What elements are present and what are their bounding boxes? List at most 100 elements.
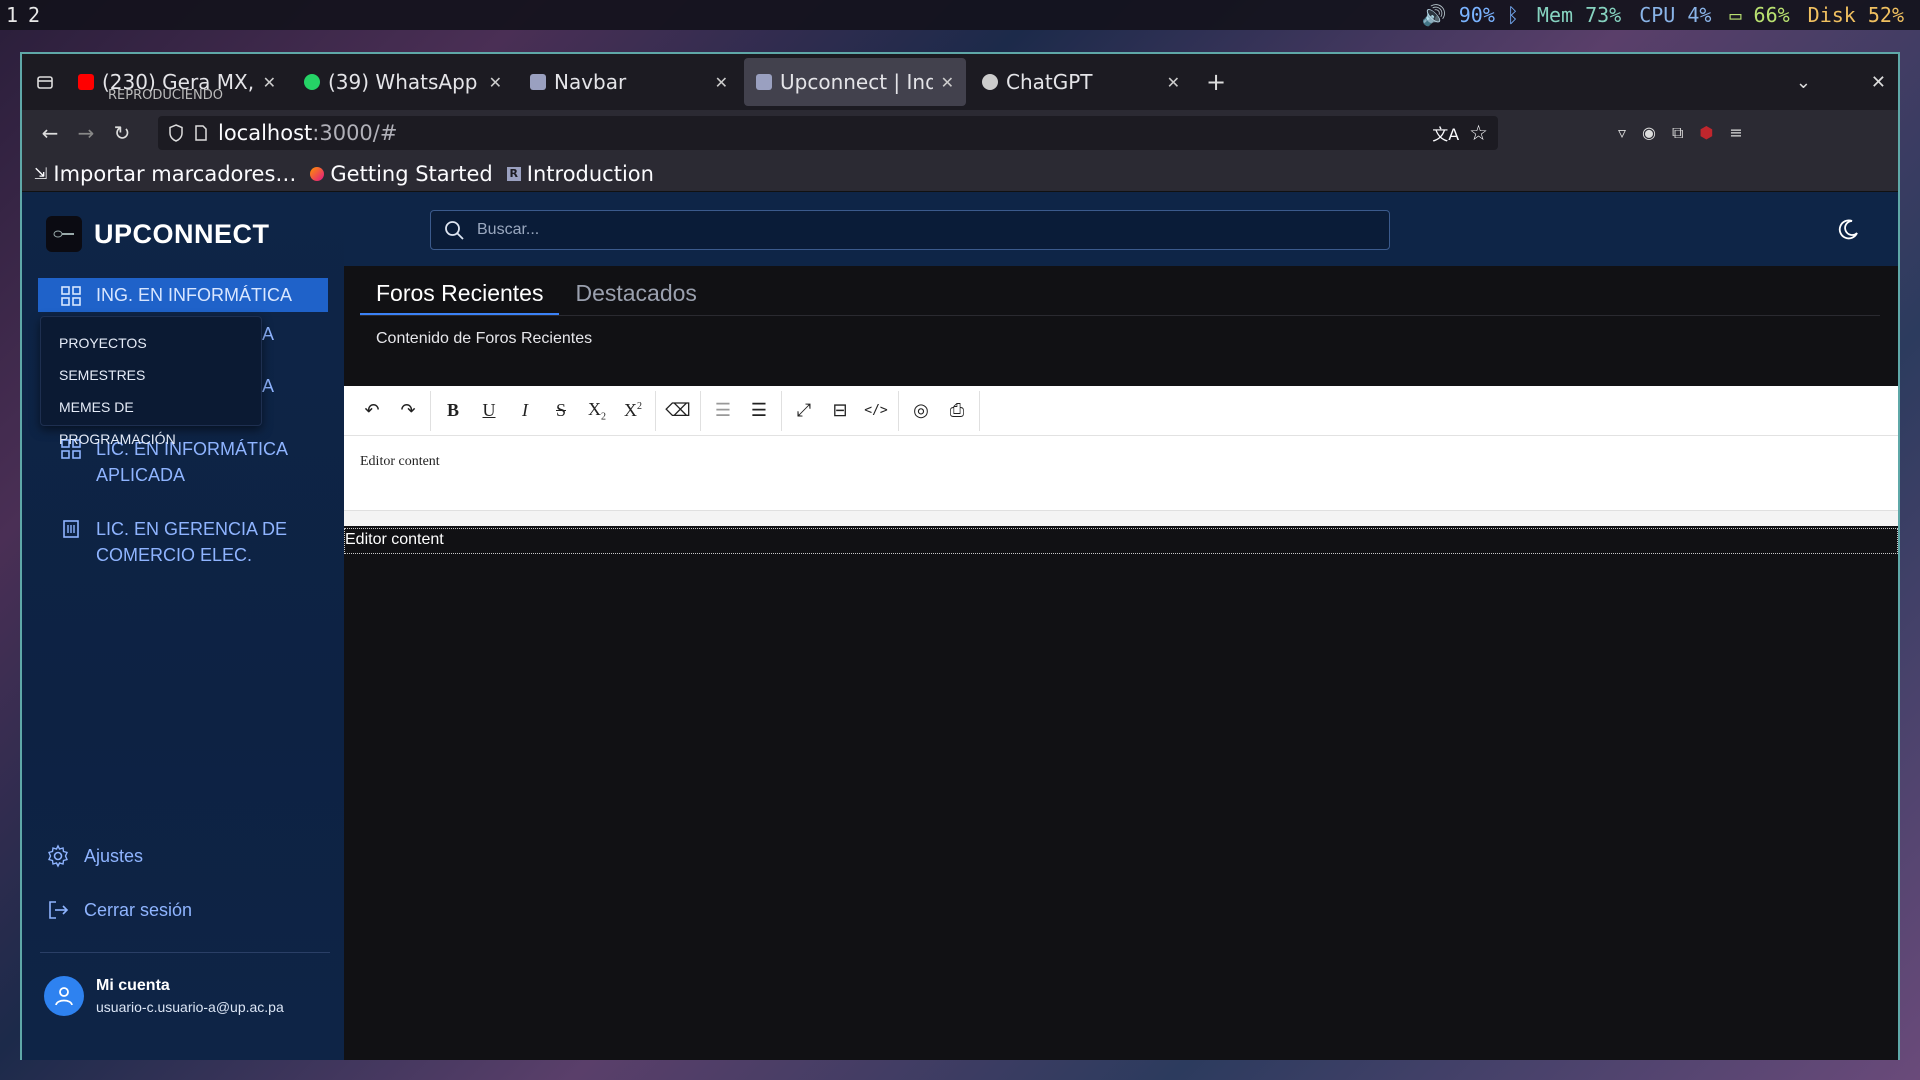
star-icon[interactable]: ☆ [1469, 121, 1488, 145]
settings-link[interactable]: Ajustes [46, 844, 143, 868]
search-input[interactable] [477, 221, 1389, 239]
tab-navbar[interactable]: Navbar ✕ [518, 58, 740, 106]
logo-icon [46, 216, 82, 252]
bookmark-getting-started[interactable]: Getting Started [310, 162, 493, 186]
tab-youtube[interactable]: (230) Gera MX, Cl REPRODUCIENDO ✕ [66, 58, 288, 106]
close-icon[interactable]: ✕ [1167, 73, 1180, 92]
expand-icon: ⤢ [796, 400, 812, 420]
disk-indicator: Disk 52% [1807, 3, 1904, 27]
battery-indicator: ▭ 66% [1729, 3, 1790, 27]
preview-button[interactable]: ◎ [903, 393, 939, 429]
search-icon [445, 221, 464, 240]
outdent-button[interactable]: ☰ [705, 393, 741, 429]
page-break-button[interactable]: ⊟ [822, 393, 858, 429]
close-icon[interactable]: ✕ [489, 73, 502, 92]
sidebar: UPCONNECT ING. EN INFORMÁTICA A A PROYEC… [22, 192, 344, 1060]
logout-icon [49, 901, 69, 919]
whatsapp-icon [304, 74, 320, 90]
translate-icon[interactable]: 文A [1432, 121, 1459, 145]
fullscreen-button[interactable]: ⤢ [786, 393, 822, 429]
code-button[interactable]: </> [858, 393, 894, 429]
hidden-item-fragment: A [262, 376, 275, 396]
editor-content-area[interactable]: Editor content [344, 436, 1898, 502]
tab-destacados[interactable]: Destacados [559, 276, 712, 315]
bookmark-introduction[interactable]: R Introduction [506, 162, 654, 186]
search-box[interactable] [430, 210, 1390, 250]
theme-toggle-button[interactable] [1834, 216, 1862, 244]
submenu-item-memes[interactable]: MEMES DE PROGRAMACIÓN [41, 391, 261, 447]
new-tab-button[interactable]: + [1206, 68, 1226, 96]
shield-icon [169, 124, 183, 142]
editor-statusbar [344, 510, 1898, 526]
account-email: usuario-c.usuario-a@up.ac.pa [96, 999, 284, 1015]
strikethrough-button[interactable]: S [543, 393, 579, 429]
forward-button[interactable]: → [68, 115, 104, 151]
grid-icon [61, 286, 81, 306]
r-icon: R [506, 166, 521, 181]
tab-chatgpt[interactable]: ChatGPT ✕ [970, 58, 1192, 106]
close-icon[interactable]: ✕ [263, 73, 276, 92]
tab-bar: (230) Gera MX, Cl REPRODUCIENDO ✕ (39) W… [22, 54, 1898, 110]
avatar [44, 976, 84, 1016]
sidebar-item-lic-gerencia[interactable]: LIC. EN GERENCIA DE COMERCIO ELEC. [38, 510, 328, 574]
account-icon[interactable]: ◉ [1642, 123, 1656, 143]
close-icon[interactable]: ✕ [715, 73, 728, 92]
reload-icon: ↻ [113, 121, 131, 145]
indent-button[interactable]: ☰ [741, 393, 777, 429]
r-icon [530, 74, 546, 90]
outdent-icon: ☰ [714, 400, 732, 420]
workspace-1[interactable]: 1 [6, 3, 18, 27]
italic-icon: I [522, 400, 528, 420]
tabs-panel: Foros Recientes Destacados Contenido de … [344, 266, 1898, 386]
redo-button[interactable]: ↷ [390, 393, 426, 429]
eraser-icon: ⌫ [665, 400, 691, 420]
tab-upconnect[interactable]: Upconnect | Index ✕ [744, 58, 966, 106]
brand[interactable]: UPCONNECT [46, 216, 270, 252]
superscript-button[interactable]: X2 [615, 393, 651, 429]
workspace-2[interactable]: 2 [28, 3, 40, 27]
strikethrough-icon: S [555, 400, 566, 420]
italic-button[interactable]: I [507, 393, 543, 429]
bold-button[interactable]: B [435, 393, 471, 429]
account-card[interactable]: Mi cuenta usuario-c.usuario-a@up.ac.pa [44, 976, 284, 1016]
sidebar-item-ing-informatica[interactable]: ING. EN INFORMÁTICA [38, 278, 328, 312]
ublock-icon[interactable]: ⬢ [1699, 123, 1713, 143]
chevron-down-icon[interactable]: ⌄ [1796, 72, 1811, 93]
menu-icon[interactable]: ≡ [1729, 123, 1742, 143]
tab-foros-recientes[interactable]: Foros Recientes [360, 276, 560, 315]
arrow-left-icon: ← [41, 121, 59, 145]
submenu-item-semestres[interactable]: SEMESTRES [41, 359, 261, 391]
close-icon[interactable]: ✕ [941, 73, 954, 92]
back-button[interactable]: ← [32, 115, 68, 151]
building-icon [63, 520, 79, 538]
clear-format-button[interactable]: ⌫ [660, 393, 696, 429]
url-text[interactable]: localhost:3000/# [218, 121, 397, 145]
reload-button[interactable]: ↻ [104, 115, 140, 151]
window-close-icon[interactable]: ✕ [1871, 72, 1886, 93]
submenu-item-proyectos[interactable]: PROYECTOS [41, 327, 261, 359]
firefox-icon [310, 166, 325, 181]
url-bar[interactable]: localhost:3000/# 文A ☆ [158, 116, 1498, 150]
pocket-icon[interactable]: ▿ [1618, 123, 1626, 143]
tab-groups-icon [37, 76, 53, 89]
import-icon: ⇲ [34, 164, 48, 183]
subscript-button[interactable]: X2 [579, 393, 615, 429]
print-button[interactable]: ⎙ [939, 393, 975, 429]
tab-whatsapp[interactable]: (39) WhatsApp ✕ [292, 58, 514, 106]
logout-link[interactable]: Cerrar sesión [46, 898, 192, 922]
extensions-icon[interactable]: ⧉ [1672, 123, 1683, 143]
brand-name: UPCONNECT [94, 218, 270, 249]
bookmark-import[interactable]: ⇲ Importar marcadores… [34, 162, 296, 186]
main-area: Foros Recientes Destacados Contenido de … [344, 192, 1898, 1060]
underline-button[interactable]: U [471, 393, 507, 429]
tab-groups-button[interactable] [28, 65, 62, 99]
rich-text-editor: ↶ ↷ B U I S X2 X2 ⌫ ☰ ☰ ⤢ ⊟ </> ◎ ⎙ Edit… [344, 386, 1898, 526]
redo-icon: ↷ [400, 400, 416, 420]
battery-icon: ▭ [1729, 3, 1742, 27]
preview-icon: ◎ [913, 400, 929, 420]
submenu-dropdown: PROYECTOS SEMESTRES MEMES DE PROGRAMACIÓ… [40, 316, 262, 447]
youtube-icon [78, 74, 94, 90]
undo-button[interactable]: ↶ [354, 393, 390, 429]
editor-preview: Editor content [344, 528, 1898, 554]
editor-toolbar: ↶ ↷ B U I S X2 X2 ⌫ ☰ ☰ ⤢ ⊟ </> ◎ ⎙ [344, 386, 1898, 436]
